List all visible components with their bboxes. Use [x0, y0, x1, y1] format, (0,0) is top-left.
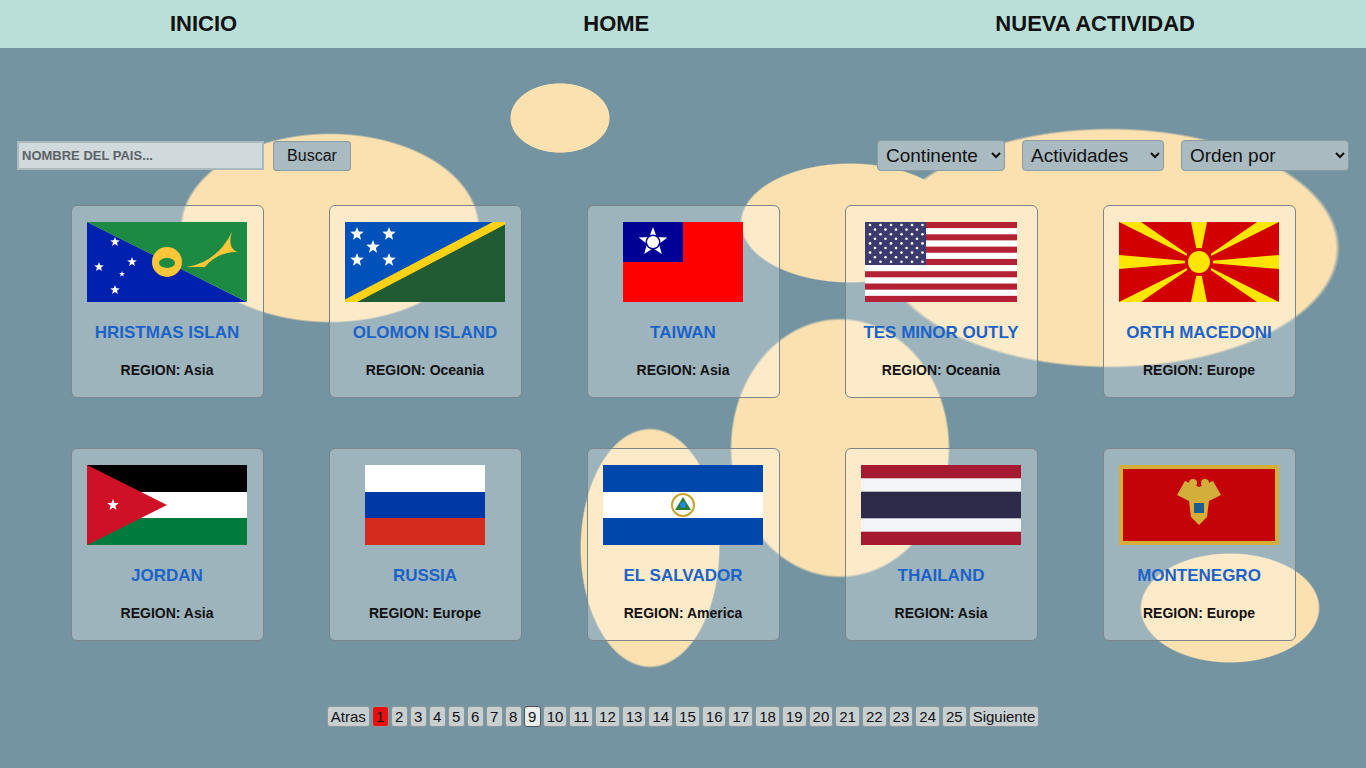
country-region: REGION: America	[624, 605, 743, 621]
page-button[interactable]: 3	[410, 706, 427, 727]
page-button[interactable]: 13	[622, 706, 647, 727]
flag-icon	[365, 465, 485, 545]
country-region: REGION: Asia	[121, 605, 214, 621]
nav-link[interactable]: INICIO	[170, 11, 237, 37]
nav-link[interactable]: HOME	[583, 11, 649, 37]
flag-box	[861, 465, 1021, 545]
country-card[interactable]: MONTENEGRO REGION: Europe	[1103, 448, 1296, 641]
country-region: REGION: Asia	[121, 362, 214, 378]
page-button[interactable]: 20	[809, 706, 834, 727]
page-button[interactable]: 4	[429, 706, 446, 727]
page-button[interactable]: 8	[505, 706, 522, 727]
page-button[interactable]: 14	[648, 706, 673, 727]
country-card[interactable]: EL SALVADOR REGION: America	[587, 448, 780, 641]
country-name: TES MINOR OUTLY	[863, 323, 1018, 343]
flag-box	[623, 222, 743, 302]
next-button[interactable]: Siguiente	[969, 706, 1040, 727]
country-region: REGION: Europe	[1143, 362, 1255, 378]
prev-button[interactable]: Atras	[327, 706, 370, 727]
page: INICIO HOME NUEVA ACTIVIDAD Buscar Continent…	[0, 0, 1366, 768]
page-button[interactable]: 6	[467, 706, 484, 727]
country-region: REGION: Oceania	[882, 362, 1000, 378]
flag-box	[1119, 222, 1279, 302]
country-name: JORDAN	[131, 566, 203, 586]
nav-bar: INICIO HOME NUEVA ACTIVIDAD	[0, 0, 1366, 48]
search-group: Buscar	[17, 141, 351, 171]
filter-select[interactable]: Orden por	[1181, 140, 1349, 171]
country-region: REGION: Europe	[1143, 605, 1255, 621]
page-button[interactable]: 25	[942, 706, 967, 727]
country-card[interactable]: TAIWAN REGION: Asia	[587, 205, 780, 398]
country-card[interactable]: THAILAND REGION: Asia	[845, 448, 1038, 641]
country-name: MONTENEGRO	[1137, 566, 1261, 586]
search-input[interactable]	[17, 141, 264, 170]
filter-select[interactable]: Actividades	[1022, 140, 1164, 171]
page-button[interactable]: 18	[755, 706, 780, 727]
country-region: REGION: Asia	[637, 362, 730, 378]
filter-select[interactable]: Continente	[877, 140, 1005, 171]
country-region: REGION: Europe	[369, 605, 481, 621]
flag-box	[87, 465, 247, 545]
flag-icon	[861, 465, 1021, 545]
country-card[interactable]: ORTH MACEDONI REGION: Europe	[1103, 205, 1296, 398]
flag-box	[87, 222, 247, 302]
flag-box	[345, 222, 505, 302]
filter-group: Continente Actividades Orden por	[877, 140, 1349, 171]
country-grid: HRISTMAS ISLAN REGION: Asia OLOMON ISLAND R…	[0, 205, 1366, 641]
page-button[interactable]: 5	[448, 706, 465, 727]
flag-icon	[623, 222, 743, 302]
page-button[interactable]: 15	[675, 706, 700, 727]
page-button[interactable]: 1	[372, 706, 389, 727]
country-name: EL SALVADOR	[623, 566, 742, 586]
flag-box	[603, 465, 763, 545]
page-button[interactable]: 11	[569, 706, 593, 727]
flag-box	[365, 465, 485, 545]
flag-box	[1119, 465, 1279, 545]
page-button[interactable]: 21	[835, 706, 860, 727]
country-card[interactable]: RUSSIA REGION: Europe	[329, 448, 522, 641]
nav-link[interactable]: NUEVA ACTIVIDAD	[995, 11, 1195, 37]
country-card[interactable]: HRISTMAS ISLAN REGION: Asia	[71, 205, 264, 398]
page-button[interactable]: 23	[889, 706, 914, 727]
country-card[interactable]: TES MINOR OUTLY REGION: Oceania	[845, 205, 1038, 398]
page-button[interactable]: 12	[595, 706, 620, 727]
country-name: HRISTMAS ISLAN	[95, 323, 240, 343]
page-button[interactable]: 16	[702, 706, 727, 727]
country-region: REGION: Asia	[895, 605, 988, 621]
country-name: ORTH MACEDONI	[1126, 323, 1271, 343]
flag-icon	[1119, 222, 1279, 302]
page-button[interactable]: 7	[486, 706, 503, 727]
country-name: TAIWAN	[650, 323, 716, 343]
page-button[interactable]: 19	[782, 706, 807, 727]
page-button[interactable]: 9	[524, 706, 541, 727]
country-region: REGION: Oceania	[366, 362, 484, 378]
page-button[interactable]: 2	[391, 706, 408, 727]
world-map-area: Buscar Continente Actividades Orden por HRIS…	[0, 48, 1366, 768]
page-button[interactable]: 22	[862, 706, 887, 727]
country-card[interactable]: OLOMON ISLAND REGION: Oceania	[329, 205, 522, 398]
country-name: THAILAND	[898, 566, 985, 586]
pagination: Atras12345678910111213141516171819202122…	[0, 706, 1366, 727]
search-button[interactable]: Buscar	[273, 141, 351, 171]
toolbar: Buscar Continente Actividades Orden por	[0, 140, 1366, 171]
country-card[interactable]: JORDAN REGION: Asia	[71, 448, 264, 641]
flag-icon	[345, 222, 505, 302]
flag-box	[865, 222, 1017, 302]
country-name: OLOMON ISLAND	[353, 323, 498, 343]
page-button[interactable]: 10	[543, 706, 568, 727]
flag-icon	[87, 465, 247, 545]
flag-icon	[865, 222, 1017, 302]
country-name: RUSSIA	[393, 566, 457, 586]
flag-icon	[87, 222, 247, 302]
flag-icon	[603, 465, 763, 545]
flag-icon	[1119, 465, 1279, 545]
page-button[interactable]: 24	[915, 706, 940, 727]
page-button[interactable]: 17	[728, 706, 753, 727]
